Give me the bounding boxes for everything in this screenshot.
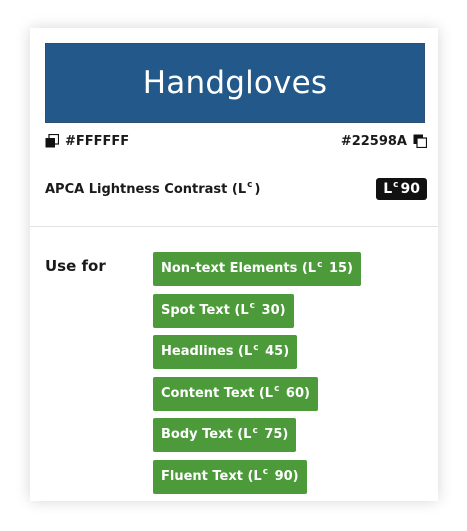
tag-suffix: 60)	[281, 385, 310, 401]
contrast-card: Handgloves #FFFFFF #22598A APCA Lightnes…	[30, 28, 438, 501]
tag-suffix: 45)	[260, 344, 290, 359]
background-hex: #22598A	[340, 133, 407, 149]
apca-label: APCA Lightness Contrast (Lc)	[45, 180, 261, 197]
text-preview: Handgloves	[45, 43, 425, 123]
tag-prefix: Fluent Text (L	[161, 468, 262, 484]
badge-value: 90	[400, 181, 420, 197]
tag-non-text-elements: Non-text Elements (Lc 15)	[153, 252, 361, 286]
foreground-swatch[interactable]: #FFFFFF	[45, 134, 129, 149]
divider	[30, 226, 438, 227]
tag-headlines: Headlines (Lc 45)	[153, 335, 298, 369]
tag-fluent-text: Fluent Text (Lc 90)	[153, 459, 307, 494]
tag-prefix: Headlines (L	[161, 344, 253, 359]
apca-label-suffix: )	[254, 181, 261, 197]
apca-row: APCA Lightness Contrast (Lc) Lc 90	[45, 176, 427, 202]
tag-suffix: 75)	[259, 427, 289, 442]
apca-label-prefix: APCA Lightness Contrast (L	[45, 181, 247, 197]
use-for-tags: Non-text Elements (Lc 15) Spot Text (Lc …	[153, 252, 423, 501]
apca-score-badge: Lc 90	[376, 178, 427, 200]
tag-sup: c	[253, 342, 259, 353]
tag-content-text: Content Text (Lc 60)	[153, 376, 318, 411]
tag-prefix: Spot Text (L	[161, 302, 249, 318]
tag-body-text: Body Text (Lc 75)	[153, 418, 297, 452]
tag-sup: c	[249, 301, 255, 312]
tag-sup: c	[274, 384, 280, 395]
preview-text: Handgloves	[142, 65, 328, 101]
use-for-label: Use for	[45, 257, 106, 275]
tag-sup: c	[252, 425, 258, 436]
badge-sup: c	[393, 180, 399, 191]
tag-spot-text: Spot Text (Lc 30)	[153, 293, 294, 328]
tag-sup: c	[317, 259, 323, 270]
tag-suffix: 90)	[270, 468, 299, 484]
tag-suffix: 30)	[257, 302, 286, 318]
background-color-icon	[413, 134, 427, 148]
background-swatch[interactable]: #22598A	[341, 134, 427, 149]
tag-prefix: Content Text (L	[161, 385, 274, 401]
apca-label-sup: c	[247, 180, 253, 191]
badge-prefix: L	[383, 181, 393, 197]
foreground-color-icon	[45, 134, 59, 148]
tag-prefix: Body Text (L	[161, 427, 252, 442]
tag-prefix: Non-text Elements (L	[161, 261, 317, 276]
tag-suffix: 15)	[324, 261, 353, 276]
foreground-hex: #FFFFFF	[65, 133, 130, 149]
tag-sup: c	[262, 467, 269, 478]
color-swatch-row: #FFFFFF #22598A	[45, 131, 427, 151]
